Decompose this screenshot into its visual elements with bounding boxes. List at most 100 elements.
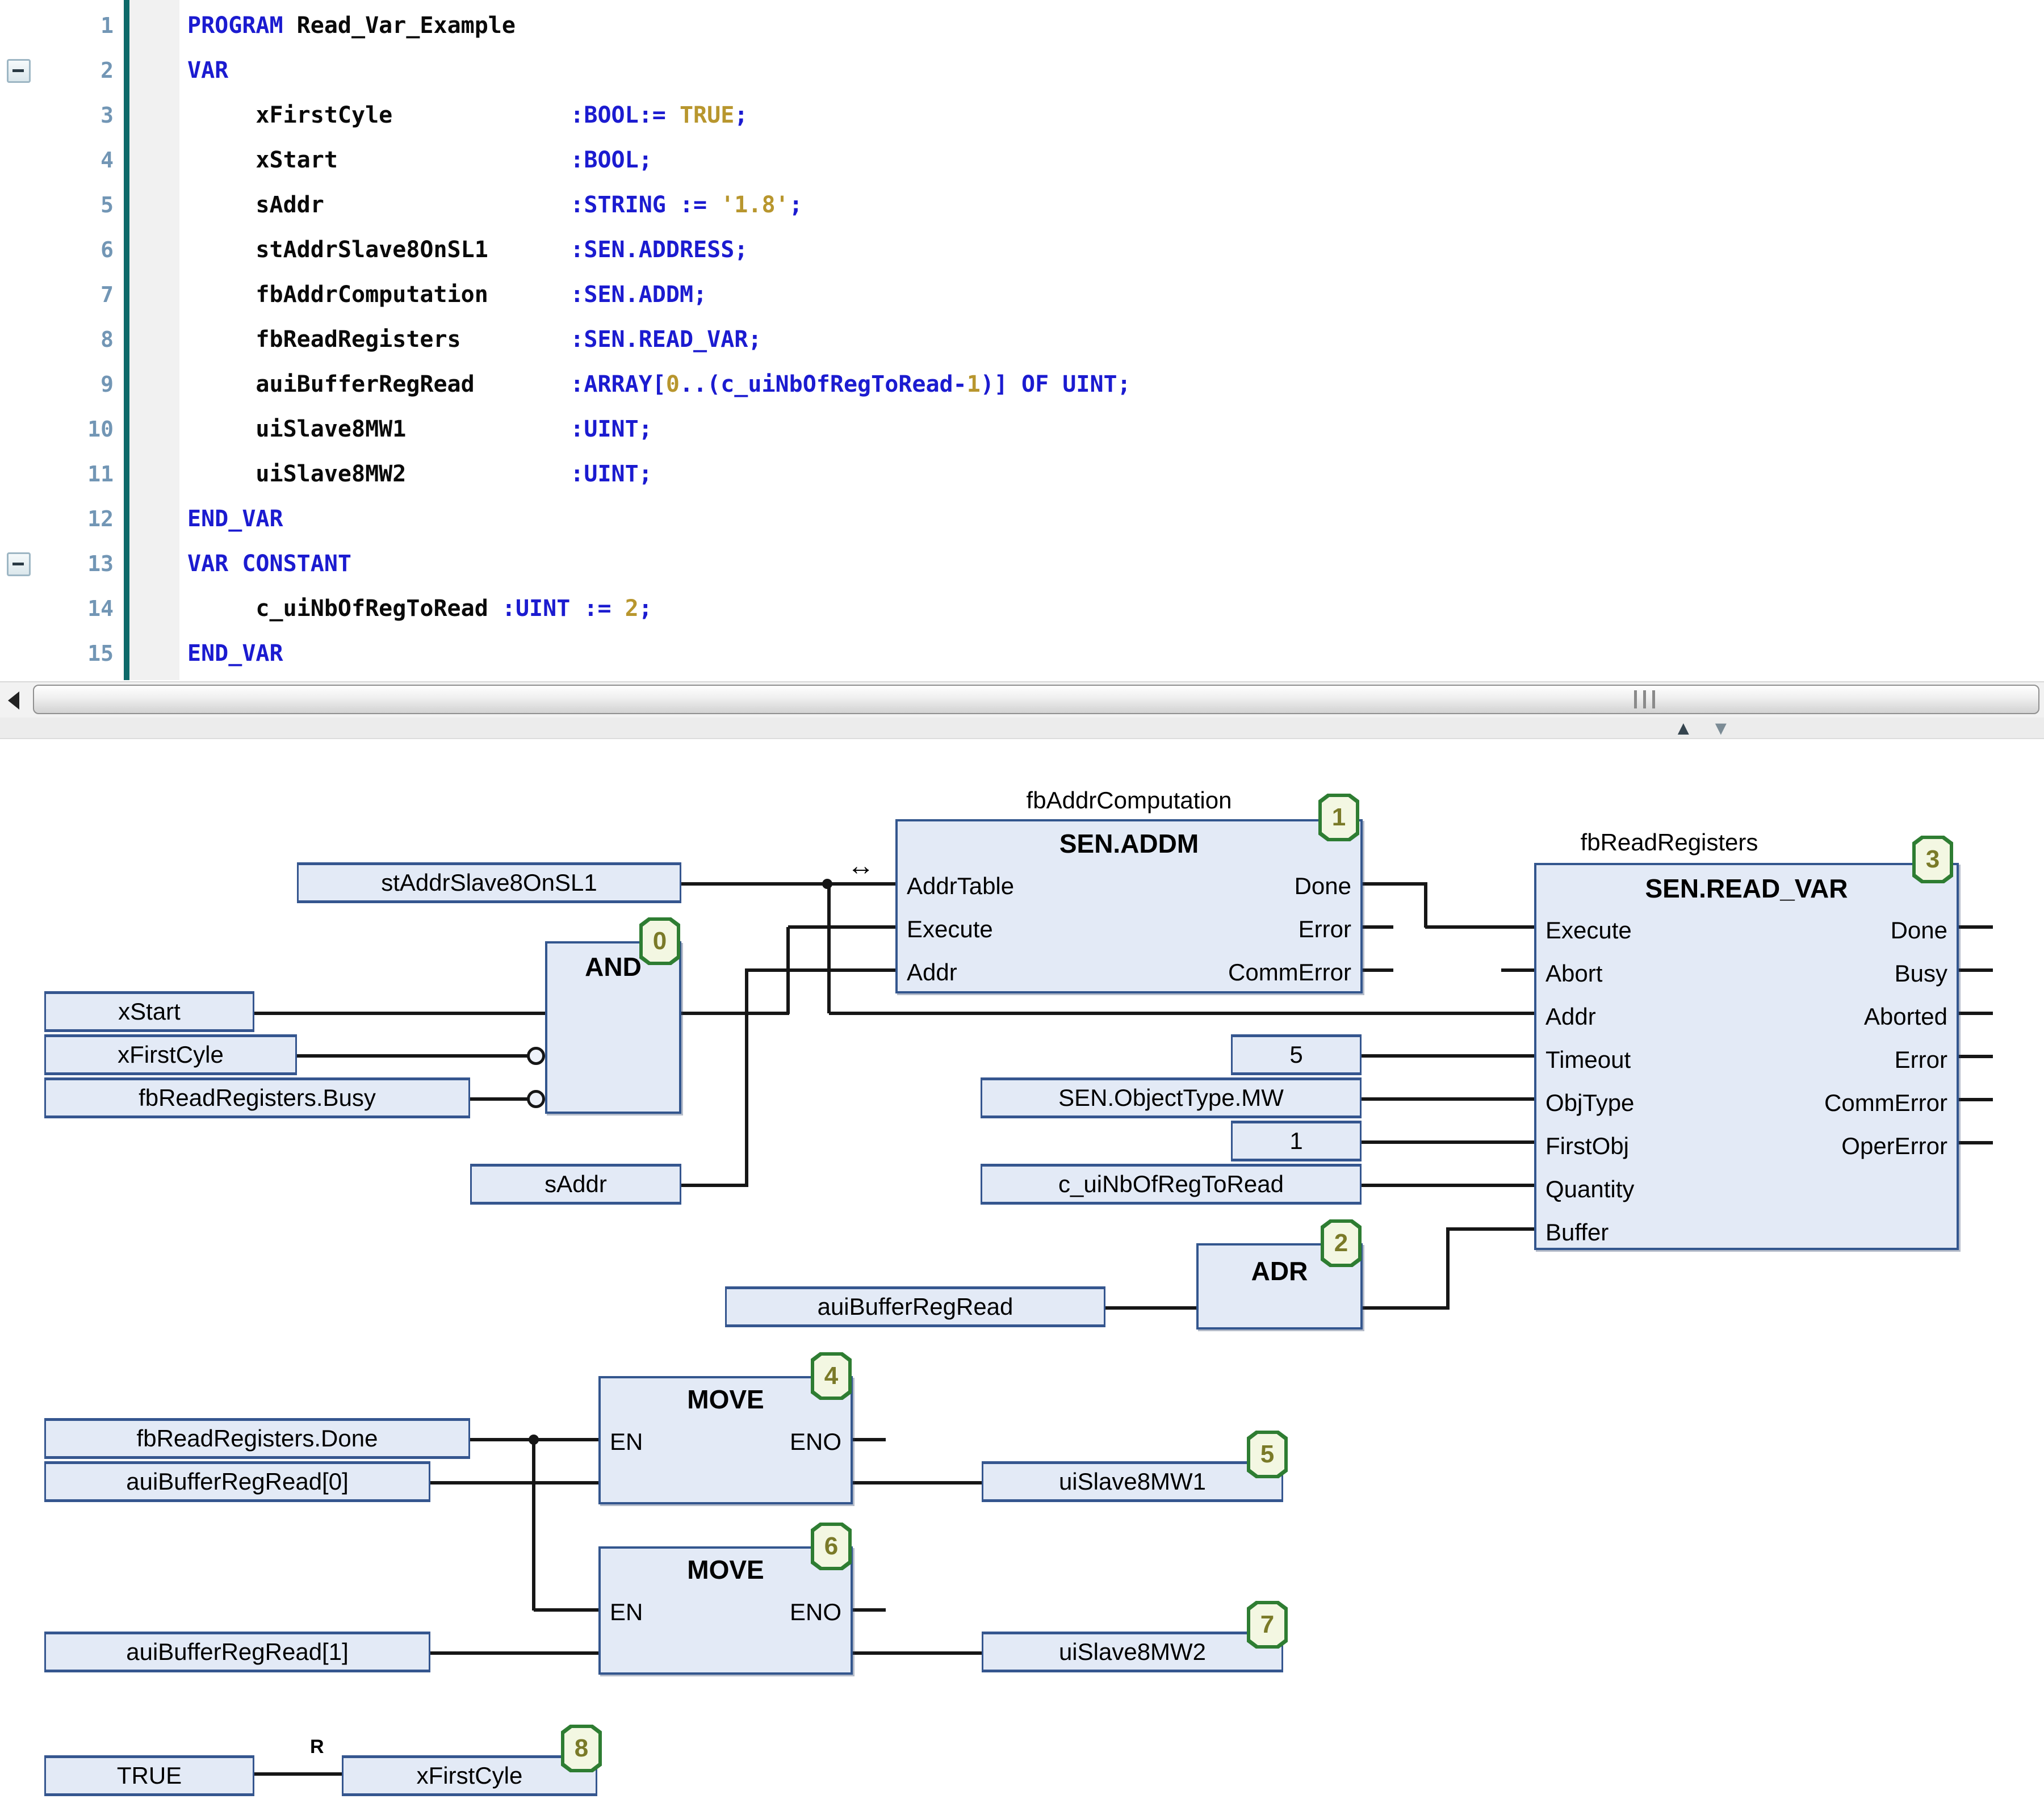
block-sen-read-var[interactable]: SEN.READ_VAR Execute Abort Addr Timeout … bbox=[1534, 863, 1959, 1250]
code-line[interactable]: 4 xStart :BOOL; bbox=[0, 138, 2044, 183]
code-text: stAddrSlave8OnSL1 :SEN.ADDRESS; bbox=[187, 228, 748, 272]
pin-commerror: CommError bbox=[1824, 1089, 1947, 1117]
wire bbox=[1446, 1229, 1450, 1309]
var-box-objtype[interactable]: SEN.ObjectType.MW bbox=[981, 1077, 1362, 1118]
var-box-fbReadRegisters-done[interactable]: fbReadRegisters.Done bbox=[44, 1418, 470, 1459]
var-box-xStart[interactable]: xStart bbox=[44, 991, 254, 1032]
line-number: 3 bbox=[23, 93, 114, 138]
wire bbox=[852, 1651, 982, 1655]
line-number: 11 bbox=[23, 452, 114, 497]
line-number: 10 bbox=[23, 407, 114, 452]
line-number: 15 bbox=[23, 631, 114, 676]
line-number: 7 bbox=[23, 272, 114, 317]
wire bbox=[254, 1012, 545, 1015]
splitter-down-icon[interactable]: ▼ bbox=[1711, 719, 1731, 738]
wire bbox=[1958, 968, 1993, 972]
code-line[interactable]: 5 sAddr :STRING := '1.8'; bbox=[0, 183, 2044, 228]
code-text: uiSlave8MW2 :UINT; bbox=[187, 452, 652, 497]
code-line[interactable]: 12END_VAR bbox=[0, 497, 2044, 542]
wire bbox=[680, 1184, 748, 1187]
literal-box-firstobj[interactable]: 1 bbox=[1231, 1121, 1362, 1161]
var-box-auiBufferRegRead1[interactable]: auiBufferRegRead[1] bbox=[44, 1632, 430, 1672]
wire bbox=[1362, 1184, 1534, 1187]
pin-buffer: Buffer bbox=[1545, 1219, 1609, 1246]
wire bbox=[1362, 925, 1393, 929]
pin-en: EN bbox=[610, 1428, 643, 1456]
var-box-uiSlave8MW1[interactable]: uiSlave8MW1 bbox=[982, 1461, 1283, 1502]
wire bbox=[1958, 1012, 1993, 1015]
minus-icon bbox=[12, 69, 24, 72]
var-box-xFirstCyle-reset[interactable]: xFirstCyle bbox=[342, 1755, 597, 1796]
wire bbox=[1424, 884, 1427, 928]
literal-box-timeout[interactable]: 5 bbox=[1231, 1034, 1362, 1075]
wire bbox=[786, 927, 790, 1014]
pin-objtype: ObjType bbox=[1545, 1089, 1634, 1117]
code-line[interactable]: 13VAR CONSTANT bbox=[0, 542, 2044, 586]
horizontal-scrollbar[interactable] bbox=[0, 681, 2044, 718]
code-line[interactable]: 3 xFirstCyle :BOOL:= TRUE; bbox=[0, 93, 2044, 138]
pin-addr: Addr bbox=[1545, 1003, 1596, 1030]
code-line[interactable]: 1PROGRAM Read_Var_Example bbox=[0, 3, 2044, 48]
pin-quantity: Quantity bbox=[1545, 1176, 1634, 1203]
execution-order-badge: 1 bbox=[1318, 794, 1359, 841]
declaration-editor[interactable]: 1PROGRAM Read_Var_Example2VAR3 xFirstCyl… bbox=[0, 0, 2044, 680]
minus-icon bbox=[12, 563, 24, 565]
pin-done: Done bbox=[1295, 873, 1351, 900]
pin-error: Error bbox=[1299, 916, 1351, 943]
pin-execute: Execute bbox=[907, 916, 993, 943]
code-line[interactable]: 14 c_uiNbOfRegToRead :UINT := 2; bbox=[0, 586, 2044, 631]
var-box-stAddrSlave8OnSL1[interactable]: stAddrSlave8OnSL1 bbox=[297, 862, 681, 903]
code-text: fbReadRegisters :SEN.READ_VAR; bbox=[187, 317, 761, 362]
code-text: VAR CONSTANT bbox=[187, 542, 351, 586]
pin-error: Error bbox=[1895, 1046, 1947, 1073]
code-line[interactable]: 9 auiBufferRegRead :ARRAY[0..(c_uiNbOfRe… bbox=[0, 362, 2044, 407]
wire bbox=[1958, 1098, 1993, 1101]
execution-order-badge: 3 bbox=[1912, 836, 1953, 883]
var-box-auiBufferRegRead0[interactable]: auiBufferRegRead[0] bbox=[44, 1461, 430, 1502]
execution-order-badge: 7 bbox=[1247, 1601, 1288, 1649]
execution-order-badge: 8 bbox=[561, 1725, 602, 1772]
code-text: END_VAR bbox=[187, 631, 283, 676]
pin-addrtable: AddrTable bbox=[907, 873, 1014, 900]
scroll-left-button[interactable] bbox=[0, 683, 31, 718]
wire bbox=[297, 1054, 528, 1058]
wire bbox=[1958, 1055, 1993, 1058]
wire bbox=[680, 882, 897, 886]
execution-order-badge: 6 bbox=[811, 1523, 852, 1570]
wire-junction bbox=[822, 879, 832, 889]
code-text: PROGRAM Read_Var_Example bbox=[187, 3, 516, 48]
var-box-auiBufferRegRead[interactable]: auiBufferRegRead bbox=[725, 1286, 1105, 1327]
var-box-uiSlave8MW2[interactable]: uiSlave8MW2 bbox=[982, 1632, 1283, 1672]
reset-marker: R bbox=[310, 1736, 324, 1758]
code-line[interactable]: 2VAR bbox=[0, 48, 2044, 93]
wire bbox=[745, 970, 748, 1185]
var-box-quantity[interactable]: c_uiNbOfRegToRead bbox=[981, 1164, 1362, 1205]
line-number: 8 bbox=[23, 317, 114, 362]
pin-eno: ENO bbox=[790, 1428, 841, 1456]
splitter-bar[interactable]: ▲ ▼ bbox=[0, 718, 2044, 739]
pin-addr: Addr bbox=[907, 959, 957, 986]
code-line[interactable]: 11 uiSlave8MW2 :UINT; bbox=[0, 452, 2044, 497]
code-line[interactable]: 8 fbReadRegisters :SEN.READ_VAR; bbox=[0, 317, 2044, 362]
wire bbox=[430, 1651, 598, 1655]
splitter-up-icon[interactable]: ▲ bbox=[1674, 719, 1693, 738]
pin-opererror: OperError bbox=[1841, 1133, 1947, 1160]
wire bbox=[1425, 925, 1534, 929]
code-text: xFirstCyle :BOOL:= TRUE; bbox=[187, 93, 748, 138]
code-line[interactable]: 7 fbAddrComputation :SEN.ADDM; bbox=[0, 272, 2044, 317]
code-line[interactable]: 6 stAddrSlave8OnSL1 :SEN.ADDRESS; bbox=[0, 228, 2044, 272]
scrollbar-thumb[interactable] bbox=[33, 685, 2039, 714]
code-line[interactable]: 15 END_VAR bbox=[0, 631, 2044, 676]
var-box-sAddr[interactable]: sAddr bbox=[470, 1164, 681, 1205]
var-box-fbReadRegisters-busy[interactable]: fbReadRegisters.Busy bbox=[44, 1077, 470, 1118]
execution-order-badge: 2 bbox=[1321, 1219, 1362, 1267]
wire bbox=[1362, 1306, 1450, 1310]
block-sen-addm[interactable]: SEN.ADDM AddrTable Execute Addr Done Err… bbox=[895, 819, 1363, 993]
code-line[interactable]: 10 uiSlave8MW1 :UINT; bbox=[0, 407, 2044, 452]
code-text: sAddr :STRING := '1.8'; bbox=[187, 183, 803, 228]
wire bbox=[532, 1440, 535, 1611]
var-box-xFirstCyle[interactable]: xFirstCyle bbox=[44, 1034, 297, 1075]
literal-box-true[interactable]: TRUE bbox=[44, 1755, 254, 1796]
block-and[interactable]: AND bbox=[545, 941, 681, 1114]
wire bbox=[1446, 1227, 1534, 1231]
